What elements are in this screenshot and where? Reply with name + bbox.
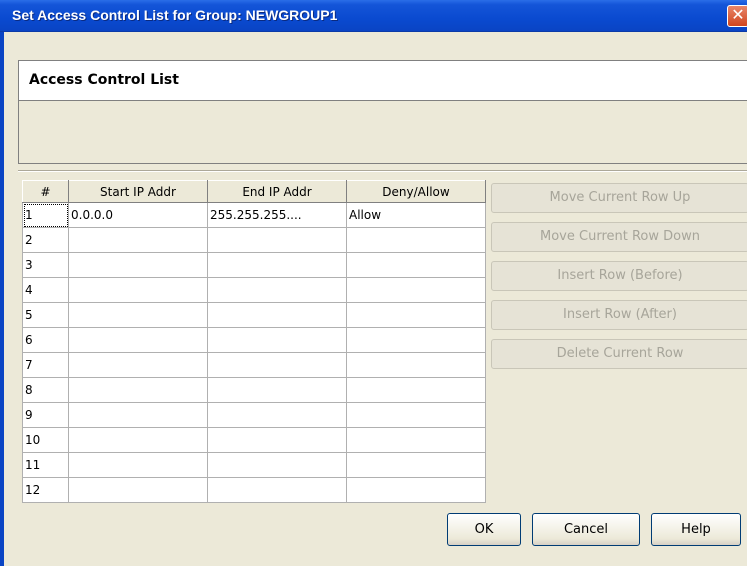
start-ip-cell[interactable] xyxy=(68,402,208,428)
start-ip-cell[interactable] xyxy=(68,377,208,403)
deny-allow-cell[interactable] xyxy=(346,302,486,328)
end-ip-cell[interactable] xyxy=(207,452,347,478)
row-number-cell: 10 xyxy=(22,427,69,453)
acl-table: # Start IP Addr End IP Addr Deny/Allow 1… xyxy=(22,180,486,503)
deny-allow-cell[interactable]: Allow xyxy=(346,202,486,228)
deny-allow-cell[interactable] xyxy=(346,427,486,453)
table-row[interactable]: 8 xyxy=(22,377,486,403)
row-number-cell: 2 xyxy=(22,227,69,253)
row-number-cell: 4 xyxy=(22,277,69,303)
insert-row-after-button[interactable]: Insert Row (After) xyxy=(491,300,747,330)
start-ip-cell[interactable] xyxy=(68,302,208,328)
end-ip-cell[interactable] xyxy=(207,227,347,253)
end-ip-cell[interactable] xyxy=(207,477,347,503)
cancel-button[interactable]: Cancel xyxy=(532,513,640,546)
group-title: Access Control List xyxy=(29,72,179,88)
row-number-cell: 11 xyxy=(22,452,69,478)
deny-allow-cell[interactable] xyxy=(346,477,486,503)
close-icon: ✕ xyxy=(731,5,745,24)
row-number-cell: 7 xyxy=(22,352,69,378)
deny-allow-cell[interactable] xyxy=(346,377,486,403)
start-ip-cell[interactable] xyxy=(68,427,208,453)
table-row[interactable]: 5 xyxy=(22,302,486,328)
end-ip-cell[interactable] xyxy=(207,302,347,328)
end-ip-cell[interactable] xyxy=(207,277,347,303)
table-row[interactable]: 1 0.0.0.0 255.255.255.... Allow xyxy=(22,202,486,228)
end-ip-cell[interactable]: 255.255.255.... xyxy=(207,202,347,228)
end-ip-cell[interactable] xyxy=(207,252,347,278)
deny-allow-cell[interactable] xyxy=(346,452,486,478)
table-header-row: # Start IP Addr End IP Addr Deny/Allow xyxy=(22,180,486,203)
insert-row-before-button[interactable]: Insert Row (Before) xyxy=(491,261,747,291)
end-ip-cell[interactable] xyxy=(207,377,347,403)
move-row-down-button[interactable]: Move Current Row Down xyxy=(491,222,747,252)
start-ip-cell[interactable] xyxy=(68,227,208,253)
deny-allow-cell[interactable] xyxy=(346,402,486,428)
title-bar: Set Access Control List for Group: NEWGR… xyxy=(0,0,747,32)
deny-allow-cell[interactable] xyxy=(346,252,486,278)
end-ip-cell[interactable] xyxy=(207,327,347,353)
table-row[interactable]: 4 xyxy=(22,277,486,303)
start-ip-cell[interactable] xyxy=(68,252,208,278)
column-header-number[interactable]: # xyxy=(22,180,69,203)
row-number-cell: 8 xyxy=(22,377,69,403)
deny-allow-cell[interactable] xyxy=(346,227,486,253)
close-button[interactable]: ✕ xyxy=(727,5,747,27)
window-title: Set Access Control List for Group: NEWGR… xyxy=(12,7,338,23)
row-number-cell: 5 xyxy=(22,302,69,328)
deny-allow-cell[interactable] xyxy=(346,277,486,303)
end-ip-cell[interactable] xyxy=(207,402,347,428)
table-row[interactable]: 12 xyxy=(22,477,486,503)
start-ip-cell[interactable] xyxy=(68,352,208,378)
move-row-up-button[interactable]: Move Current Row Up xyxy=(491,183,747,213)
table-row[interactable]: 3 xyxy=(22,252,486,278)
row-number-cell: 6 xyxy=(22,327,69,353)
acl-group-box: Access Control List xyxy=(18,60,747,164)
row-number-cell: 12 xyxy=(22,477,69,503)
start-ip-cell[interactable] xyxy=(68,327,208,353)
column-header-deny-allow[interactable]: Deny/Allow xyxy=(346,180,486,203)
window-frame-left xyxy=(0,32,4,566)
table-row[interactable]: 9 xyxy=(22,402,486,428)
end-ip-cell[interactable] xyxy=(207,427,347,453)
delete-row-button[interactable]: Delete Current Row xyxy=(491,339,747,369)
deny-allow-cell[interactable] xyxy=(346,327,486,353)
start-ip-cell[interactable]: 0.0.0.0 xyxy=(68,202,208,228)
ok-button[interactable]: OK xyxy=(447,513,521,546)
table-row[interactable]: 10 xyxy=(22,427,486,453)
row-number-cell: 1 xyxy=(22,202,69,228)
table-row[interactable]: 6 xyxy=(22,327,486,353)
acl-group-header: Access Control List xyxy=(19,61,747,101)
deny-allow-cell[interactable] xyxy=(346,352,486,378)
start-ip-cell[interactable] xyxy=(68,277,208,303)
help-button[interactable]: Help xyxy=(651,513,741,546)
end-ip-cell[interactable] xyxy=(207,352,347,378)
start-ip-cell[interactable] xyxy=(68,477,208,503)
row-number-cell: 3 xyxy=(22,252,69,278)
table-row[interactable]: 2 xyxy=(22,227,486,253)
table-row[interactable]: 7 xyxy=(22,352,486,378)
divider xyxy=(18,170,747,172)
start-ip-cell[interactable] xyxy=(68,452,208,478)
table-row[interactable]: 11 xyxy=(22,452,486,478)
row-number-cell: 9 xyxy=(22,402,69,428)
column-header-start-ip[interactable]: Start IP Addr xyxy=(68,180,208,203)
column-header-end-ip[interactable]: End IP Addr xyxy=(207,180,347,203)
